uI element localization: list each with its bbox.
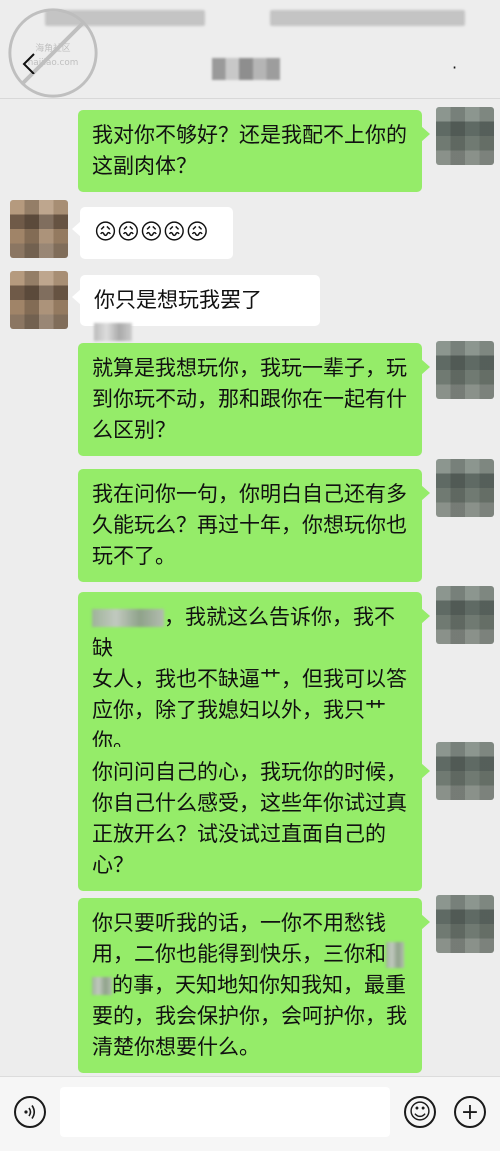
redacted-name [386, 942, 404, 968]
plus-icon[interactable]: + [454, 1096, 486, 1128]
avatar[interactable] [436, 742, 494, 800]
message-text: 么区别？ [92, 418, 176, 442]
redacted-name [92, 977, 112, 995]
message-text: 你只是想玩我罢了 [94, 288, 262, 312]
message-text: 你只要听我的话，一你不用愁钱 [92, 911, 386, 935]
chat-header: 海角社区 haijiao.com · [0, 0, 500, 99]
message-input[interactable] [60, 1087, 390, 1137]
avatar[interactable] [436, 459, 494, 517]
message-text: 到你玩不动，那和跟你在一起有什 [92, 387, 407, 411]
message-text: 这副肉体？ [92, 154, 197, 178]
avatar[interactable] [436, 107, 494, 165]
emoji-row: 😖😖😖😖😖 [94, 220, 209, 245]
redacted-emoji [94, 323, 132, 341]
message-text: 清楚你想要什么。 [92, 1035, 260, 1059]
avatar[interactable] [436, 586, 494, 644]
more-options-button[interactable]: · [452, 60, 457, 76]
status-bar-redacted-left [45, 10, 205, 26]
back-arrow-icon[interactable] [18, 50, 42, 74]
voice-wave-icon [24, 1105, 36, 1119]
message-text: 我在问你一句，你明白自己还有多 [92, 482, 407, 506]
message-text: 要的，我会保护你，会呵护你，我 [92, 1004, 407, 1028]
message-text: 女人，我也不缺逼艹，但我可以答 [92, 667, 407, 691]
message-text: 久能玩么？再过十年，你想玩你也 [92, 513, 407, 537]
message-text: 就算是我想玩你，我玩一辈子，玩 [92, 356, 407, 380]
voice-icon[interactable] [14, 1096, 46, 1128]
message-bubble[interactable]: 你只是想玩我罢了 [72, 275, 320, 341]
message-bubble[interactable]: 你问问自己的心，我玩你的时候， 你自己什么感受，这些年你试过真 正放开么？试没试… [78, 747, 430, 891]
message-text: 你问问自己的心，我玩你的时候， [92, 760, 407, 784]
status-bar-redacted-right [270, 10, 465, 26]
input-bar: ☺ + [0, 1076, 500, 1151]
message-bubble[interactable]: 你只要听我的话，一你不用愁钱 用，二你也能得到快乐，三你和 的事，天知地知你知我… [78, 898, 430, 1073]
message-text: 你自己什么感受，这些年你试过真 [92, 791, 407, 815]
message-bubble[interactable]: ，我就这么告诉你，我不缺 女人，我也不缺逼艹，但我可以答 应你，除了我媳妇以外，… [78, 592, 430, 767]
chat-title-redacted [212, 58, 280, 80]
message-text: 用，二你也能得到快乐，三你和 [92, 942, 386, 966]
message-text: 的事，天知地知你知我知，最重 [112, 973, 406, 997]
message-text: 玩不了。 [92, 544, 176, 568]
message-bubble[interactable]: 就算是我想玩你，我玩一辈子，玩 到你玩不动，那和跟你在一起有什 么区别？ [78, 343, 430, 456]
message-text: 我对你不够好？还是我配不上你的 [92, 123, 407, 147]
redacted-name [92, 609, 164, 627]
message-bubble[interactable]: 我在问你一句，你明白自己还有多 久能玩么？再过十年，你想玩你也 玩不了。 [78, 469, 430, 582]
message-text: 心？ [92, 853, 134, 877]
message-text: 应你，除了我媳妇以外，我只艹 [92, 698, 386, 722]
avatar[interactable] [10, 271, 68, 329]
emoji-icon[interactable]: ☺ [404, 1096, 436, 1128]
message-bubble[interactable]: 我对你不够好？还是我配不上你的 这副肉体？ [78, 110, 430, 192]
avatar[interactable] [436, 341, 494, 399]
avatar[interactable] [436, 895, 494, 953]
message-bubble[interactable]: 😖😖😖😖😖 [72, 207, 233, 259]
message-text: 正放开么？试没试过直面自己的 [92, 822, 386, 846]
avatar[interactable] [10, 200, 68, 258]
